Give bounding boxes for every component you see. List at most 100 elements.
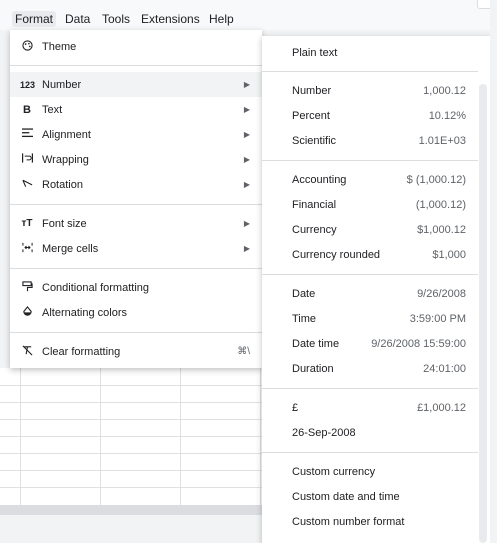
number-submenu: Plain text Number 1,000.12 Percent 10.12… [262,36,490,543]
menu-item-rotation[interactable]: Rotation ▶ [10,172,262,197]
menu-item-merge-cells[interactable]: Merge cells ▶ [10,236,262,261]
submenu-item-label: Duration [292,362,334,375]
menu-data[interactable]: Data [62,11,93,27]
submenu-item-pound[interactable]: £ £1,000.12 [262,395,490,420]
submenu-scrollbar[interactable] [479,84,487,543]
submenu-item-accounting[interactable]: Accounting $ (1,000.12) [262,167,490,192]
submenu-item-number[interactable]: Number 1,000.12 [262,78,490,103]
menu-extensions[interactable]: Extensions [138,11,203,27]
submenu-item-label: Scientific [292,134,337,147]
submenu-item-date-time[interactable]: Date time 9/26/2008 15:59:00 [262,331,490,356]
menu-format[interactable]: Format [12,11,57,27]
palette-icon [20,39,34,54]
format-example: $1,000 [432,248,466,261]
window-edge [490,0,497,543]
menu-item-conditional-formatting[interactable]: Conditional formatting [10,275,262,300]
submenu-item-label: 26-Sep-2008 [292,426,356,439]
submenu-arrow-icon: ▶ [243,180,250,189]
menu-divider [10,65,262,66]
clear-format-icon [20,345,34,359]
menu-divider [10,332,262,333]
submenu-item-label: Plain text [292,46,338,59]
submenu-arrow-icon: ▶ [243,219,250,228]
menu-item-label: Number [42,78,82,91]
submenu-item-date-custom[interactable]: 26-Sep-2008 [262,420,490,445]
font-size-icon: тT [21,218,33,229]
submenu-item-label: £ [292,401,299,414]
align-left-icon [20,128,34,141]
submenu-arrow-icon: ▶ [243,155,250,164]
menu-divider [262,452,478,453]
submenu-item-label: Custom currency [292,465,376,478]
format-example: 9/26/2008 15:59:00 [371,337,466,350]
menu-item-wrapping[interactable]: Wrapping ▶ [10,147,262,172]
submenu-item-label: Accounting [292,173,347,186]
menu-item-label: Theme [42,40,77,53]
submenu-item-percent[interactable]: Percent 10.12% [262,103,490,128]
format-example: 1,000.12 [423,84,466,97]
submenu-item-label: Custom number format [292,515,405,528]
submenu-item-label: Percent [292,109,330,122]
grid-row-line [0,385,262,386]
submenu-item-custom-number-format[interactable]: Custom number format [262,509,490,534]
format-example: 10.12% [428,109,466,122]
submenu-item-currency[interactable]: Currency $1,000.12 [262,217,490,242]
menu-divider [262,388,478,389]
menu-item-theme[interactable]: Theme [10,34,262,59]
menu-divider [262,160,478,161]
menu-item-label: Merge cells [42,242,99,255]
menu-item-number[interactable]: 123 Number ▶ [10,72,262,97]
menu-item-label: Alignment [42,128,91,141]
submenu-item-custom-date-time[interactable]: Custom date and time [262,484,490,509]
submenu-item-time[interactable]: Time 3:59:00 PM [262,306,490,331]
submenu-item-custom-currency[interactable]: Custom currency [262,459,490,484]
menu-help[interactable]: Help [206,11,237,27]
menu-divider [262,71,478,72]
menu-item-text[interactable]: B Text ▶ [10,97,262,122]
shortcut-hint: ⌘\ [237,346,250,357]
grid-row-line [0,487,262,488]
submenu-item-date[interactable]: Date 9/26/2008 [262,281,490,306]
menu-item-clear-formatting[interactable]: Clear formatting ⌘\ [10,339,262,364]
menu-item-label: Text [42,103,63,116]
submenu-item-label: Financial [292,198,337,211]
submenu-item-label: Currency [292,223,337,236]
submenu-item-label: Time [292,312,317,325]
submenu-item-currency-rounded[interactable]: Currency rounded $1,000 [262,242,490,267]
text-rotation-icon [20,178,34,191]
menu-item-label: Conditional formatting [42,281,150,294]
menu-item-alternating-colors[interactable]: Alternating colors [10,300,262,325]
text-wrap-icon [20,153,34,166]
grid-row-line [0,453,262,454]
menu-item-font-size[interactable]: тT Font size ▶ [10,211,262,236]
fill-drop-icon [20,305,34,320]
format-example: $1,000.12 [417,223,466,236]
submenu-item-label: Custom date and time [292,490,400,503]
submenu-item-duration[interactable]: Duration 24:01:00 [262,356,490,381]
paint-roller-icon [20,280,34,295]
grid-row-line [0,402,262,403]
menu-divider [262,274,478,275]
menu-divider [10,204,262,205]
format-example: 24:01:00 [423,362,466,375]
submenu-item-label: Number [292,84,332,97]
menu-tools[interactable]: Tools [99,11,133,27]
menu-item-label: Rotation [42,178,83,191]
submenu-item-plain-text[interactable]: Plain text [262,40,490,65]
sheet-tabs-bar [0,515,262,543]
submenu-item-scientific[interactable]: Scientific 1.01E+03 [262,128,490,153]
menu-item-label: Alternating colors [42,306,127,319]
horizontal-scrollbar[interactable] [0,505,262,515]
format-menu: Theme 123 Number ▶ B Text ▶ Alignment ▶ … [10,30,262,368]
format-example: 9/26/2008 [417,287,466,300]
format-example: (1,000.12) [415,198,466,211]
submenu-arrow-icon: ▶ [243,80,250,89]
grid-row-line [0,470,262,471]
menu-item-alignment[interactable]: Alignment ▶ [10,122,262,147]
submenu-arrow-icon: ▶ [243,130,250,139]
grid-row-line [0,436,262,437]
bold-icon: B [23,103,31,116]
submenu-item-financial[interactable]: Financial (1,000.12) [262,192,490,217]
format-example: 1.01E+03 [418,134,466,147]
submenu-item-label: Date [292,287,316,300]
